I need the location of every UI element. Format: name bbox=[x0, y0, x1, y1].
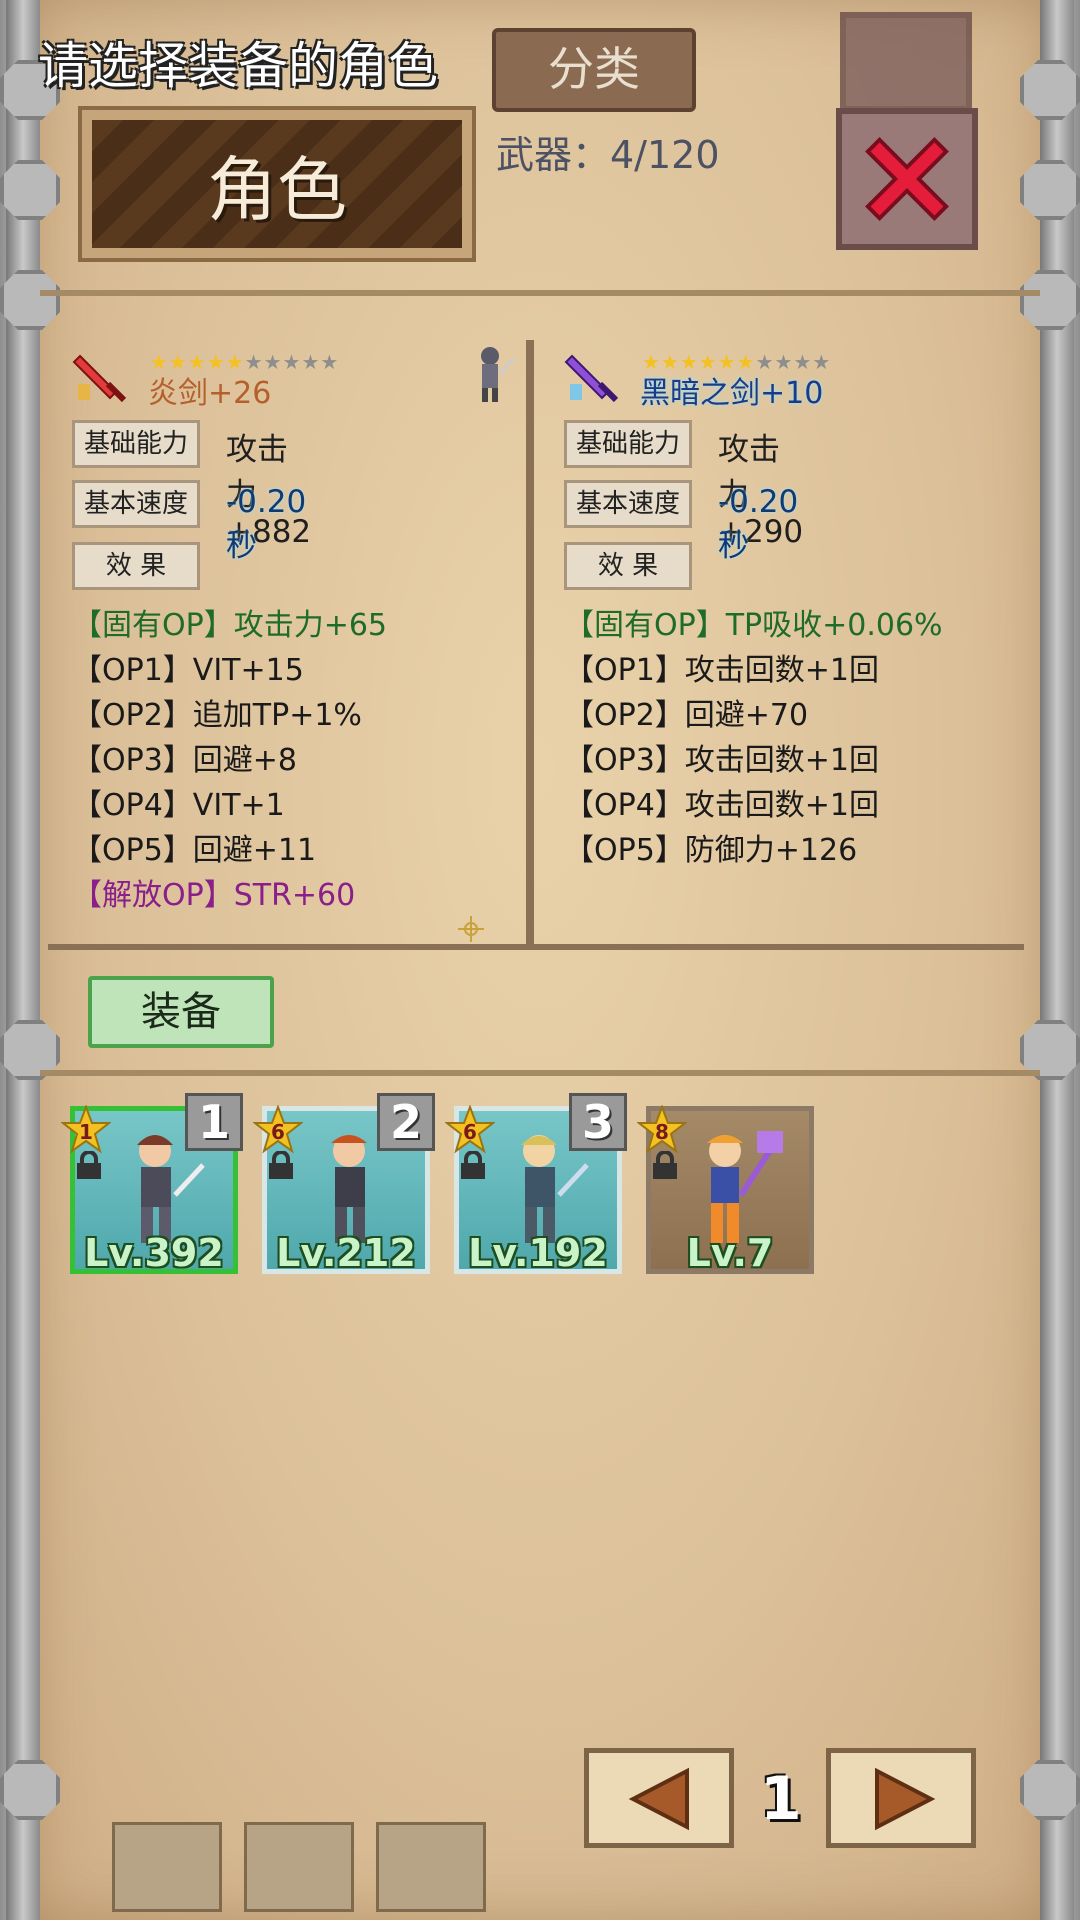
effect-label: 效 果 bbox=[564, 542, 692, 590]
equip-button[interactable]: 装备 bbox=[88, 976, 274, 1048]
option-line: 【固有OP】攻击力+65 bbox=[72, 608, 388, 643]
lock-icon[interactable] bbox=[75, 1151, 103, 1181]
background-close-button bbox=[840, 12, 972, 112]
weapon-name: 黑暗之剑+10 bbox=[640, 376, 824, 411]
weapon-name: 炎剑+26 bbox=[148, 376, 272, 411]
next-page-button[interactable] bbox=[826, 1748, 976, 1848]
base-stat-label: 基础能力 bbox=[72, 420, 200, 468]
parchment-background bbox=[30, 0, 1050, 1920]
frame-bolt bbox=[0, 1760, 60, 1820]
sparkle-icon bbox=[458, 916, 484, 942]
option-line: 【OP5】防御力+126 bbox=[564, 833, 858, 868]
option-line: 【OP5】回避+11 bbox=[72, 833, 317, 868]
close-icon bbox=[865, 137, 949, 221]
option-line: 【OP3】回避+8 bbox=[72, 743, 298, 778]
weapon-count: 武器：4/120 bbox=[496, 133, 720, 177]
category-button[interactable]: 分类 bbox=[492, 28, 696, 112]
option-line: 【固有OP】TP吸收+0.06% bbox=[564, 608, 943, 643]
option-line: 【OP1】攻击回数+1回 bbox=[564, 653, 880, 688]
star-icon: 6 bbox=[445, 1105, 495, 1154]
star-icon: 6 bbox=[253, 1105, 303, 1154]
page-number: 1 bbox=[760, 1764, 802, 1834]
close-button[interactable] bbox=[836, 108, 978, 250]
top-rail bbox=[40, 290, 1040, 296]
character-card[interactable]: 6 3 Lv.192 bbox=[445, 1093, 627, 1275]
speed-value: -0.20秒 bbox=[718, 484, 799, 564]
section-title: 角色 bbox=[207, 149, 347, 231]
character-star-count: 1 bbox=[79, 1120, 93, 1144]
frame-bolt bbox=[1020, 160, 1080, 220]
right-arrow-icon bbox=[875, 1767, 936, 1831]
base-stat-label: 基础能力 bbox=[564, 420, 692, 468]
speed-value: -0.20秒 bbox=[226, 484, 307, 564]
left-arrow-icon bbox=[628, 1767, 689, 1831]
frame-bolt bbox=[0, 160, 60, 220]
character-level: Lv.7 bbox=[686, 1231, 774, 1275]
option-line: 【OP2】追加TP+1% bbox=[72, 698, 362, 733]
character-star-count: 6 bbox=[463, 1120, 477, 1144]
section-title-plaque: 角色 bbox=[78, 106, 476, 262]
red-sword-icon bbox=[72, 354, 127, 403]
option-line: 【OP4】攻击回数+1回 bbox=[564, 788, 880, 823]
character-card[interactable]: 8 Lv.7 bbox=[637, 1105, 814, 1275]
column-divider bbox=[526, 340, 534, 944]
character-rank: 3 bbox=[569, 1093, 627, 1151]
previous-page-button[interactable] bbox=[584, 1748, 734, 1848]
star-icon: 1 bbox=[61, 1105, 111, 1154]
speed-label: 基本速度 bbox=[564, 480, 692, 528]
character-rank: 1 bbox=[185, 1093, 243, 1151]
option-line: 【OP2】回避+70 bbox=[564, 698, 809, 733]
lock-icon[interactable] bbox=[267, 1151, 295, 1181]
lock-icon[interactable] bbox=[651, 1151, 679, 1181]
option-line: 【OP3】攻击回数+1回 bbox=[564, 743, 880, 778]
frame-bolt bbox=[1020, 270, 1080, 330]
select-character-prompt: 请选择装备的角色 bbox=[38, 37, 438, 95]
character-rank: 2 bbox=[377, 1093, 435, 1151]
character-card[interactable]: 6 2 Lv.212 bbox=[253, 1093, 435, 1275]
lock-icon[interactable] bbox=[459, 1151, 487, 1181]
option-line: 【OP1】VIT+15 bbox=[72, 653, 304, 688]
frame-bolt bbox=[1020, 60, 1080, 120]
mid-rail bbox=[40, 1070, 1040, 1076]
star-icon: 8 bbox=[637, 1105, 687, 1154]
purple-sword-icon bbox=[564, 354, 619, 403]
tab-weapons[interactable] bbox=[112, 1822, 222, 1912]
tab-gems[interactable] bbox=[376, 1822, 486, 1912]
frame-bolt bbox=[0, 270, 60, 330]
character-level: Lv.212 bbox=[276, 1231, 416, 1275]
character-star-count: 6 bbox=[271, 1120, 285, 1144]
option-line: 【解放OP】STR+60 bbox=[72, 878, 356, 913]
character-star-count: 8 bbox=[655, 1120, 669, 1144]
character-level: Lv.192 bbox=[468, 1231, 608, 1275]
tab-armor[interactable] bbox=[244, 1822, 354, 1912]
character-level: Lv.392 bbox=[84, 1231, 224, 1275]
frame-bolt bbox=[1020, 1760, 1080, 1820]
panel-divider bbox=[48, 944, 1024, 950]
equipped-character-icon bbox=[481, 347, 516, 402]
effect-label: 效 果 bbox=[72, 542, 200, 590]
speed-label: 基本速度 bbox=[72, 480, 200, 528]
option-line: 【OP4】VIT+1 bbox=[72, 788, 285, 823]
character-card[interactable]: 1 1 Lv.392 bbox=[61, 1093, 243, 1275]
